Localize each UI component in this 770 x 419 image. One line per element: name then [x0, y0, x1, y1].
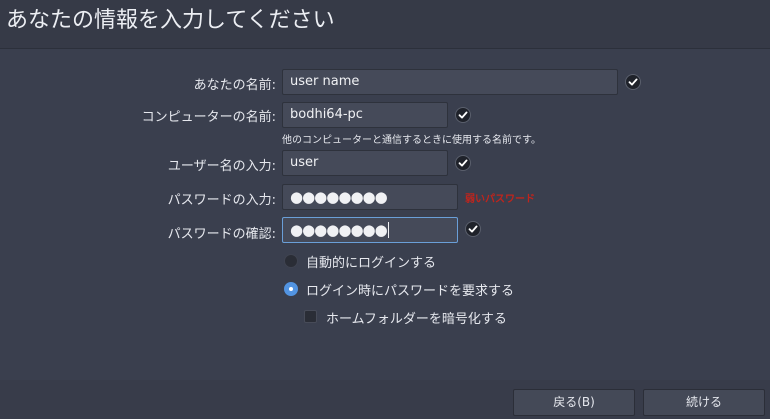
header: あなたの情報を入力してください — [0, 0, 770, 49]
back-button[interactable]: 戻る(B) — [513, 389, 635, 416]
username-input[interactable]: user — [282, 150, 448, 176]
confirm-password-input[interactable]: ●●●●●●●● — [282, 217, 458, 243]
encrypt-home-label[interactable]: ホームフォルダーを暗号化する — [326, 308, 507, 327]
computer-name-label: コンピューターの名前: — [141, 110, 276, 125]
confirm-password-label: パスワードの確認: — [167, 227, 276, 242]
name-valid-check-icon — [625, 74, 641, 90]
password-label: パスワードの入力: — [167, 193, 276, 208]
username-value: user — [290, 155, 319, 170]
confirm-password-value: ●●●●●●●● — [290, 221, 388, 239]
page-title: あなたの情報を入力してください — [6, 8, 335, 33]
require-password-label[interactable]: ログイン時にパスワードを要求する — [306, 280, 514, 299]
computer-name-value: bodhi64-pc — [290, 107, 363, 122]
continue-button[interactable]: 続ける — [643, 389, 765, 416]
name-label: あなたの名前: — [193, 78, 276, 93]
encrypt-home-checkbox[interactable] — [304, 310, 317, 323]
name-value: user name — [290, 74, 360, 89]
username-valid-check-icon — [455, 155, 471, 171]
password-value: ●●●●●●●● — [290, 188, 388, 206]
auto-login-label[interactable]: 自動的にログインする — [306, 252, 436, 271]
computer-name-hint: 他のコンピューターと通信するときに使用する名前です。 — [282, 135, 541, 146]
computer-name-valid-check-icon — [455, 107, 471, 123]
auto-login-radio[interactable] — [284, 254, 298, 268]
name-input[interactable]: user name — [282, 69, 618, 95]
text-cursor — [387, 222, 389, 238]
password-strength-label: 弱いパスワード — [465, 194, 535, 205]
computer-name-input[interactable]: bodhi64-pc — [282, 102, 448, 128]
password-input[interactable]: ●●●●●●●● — [282, 184, 458, 210]
username-label: ユーザー名の入力: — [167, 159, 276, 174]
require-password-radio[interactable] — [284, 282, 298, 296]
confirm-password-valid-check-icon — [465, 221, 481, 237]
